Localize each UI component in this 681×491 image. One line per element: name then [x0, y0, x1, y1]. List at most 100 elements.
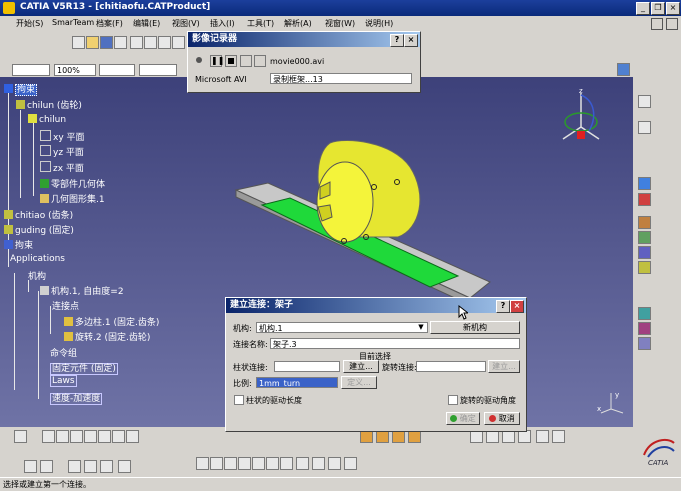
move-icon[interactable] [210, 457, 223, 470]
fly-icon[interactable] [14, 430, 27, 443]
tree-item-partbody[interactable]: 零部件几何体 [40, 177, 105, 190]
table-icon[interactable] [68, 460, 81, 473]
line-type-select[interactable] [99, 64, 135, 76]
compass[interactable]: z [555, 87, 607, 152]
snap-icon[interactable] [638, 121, 651, 134]
joint-name-field[interactable]: 架子.3 [270, 338, 520, 349]
menu-edit[interactable]: 编辑(E) [133, 18, 160, 29]
zoom-icon[interactable] [266, 457, 279, 470]
move-icon[interactable] [224, 457, 237, 470]
stop-icon[interactable] [225, 55, 237, 67]
ratio-field[interactable]: 1mm_turn [256, 377, 338, 388]
sensor-icon[interactable] [638, 322, 651, 335]
line-color-select[interactable] [12, 64, 50, 76]
tree-item-joint-2[interactable]: 旋转.2 (固定.齿轮) [64, 330, 150, 343]
formula-button[interactable]: 定义... [341, 376, 377, 389]
joint-tool-icon[interactable] [638, 231, 651, 244]
view-icon[interactable] [312, 457, 325, 470]
tree-item-joint-1[interactable]: 多边柱.1 (固定.齿条) [64, 315, 159, 328]
tree-item-applications[interactable]: Applications [10, 254, 65, 264]
tree-item-speed[interactable]: 速度-加速度 [50, 391, 103, 405]
tree-item-xy-plane[interactable]: xy 平面 [40, 130, 85, 143]
tree-item-zx-plane[interactable]: zx 平面 [40, 161, 84, 174]
select-arrow-icon[interactable] [638, 95, 651, 108]
print-icon[interactable] [114, 36, 127, 49]
joint-close-button[interactable]: × [510, 300, 524, 313]
tree-item-mechanism-1[interactable]: 机构.1, 自由度=2 [40, 284, 124, 297]
tree-item-mechanisms[interactable]: 机构 [28, 269, 46, 282]
joint-tool-icon[interactable] [638, 261, 651, 274]
copy-icon[interactable] [144, 36, 157, 49]
multi-view-icon[interactable] [112, 430, 125, 443]
tree-item-fixed[interactable]: 固定元件 (固定) [50, 361, 118, 375]
tree-item-constraints[interactable]: 拘束 [4, 238, 33, 251]
ok-button[interactable]: 确定 [446, 412, 480, 425]
pan-icon[interactable] [56, 430, 69, 443]
knowledge-icon[interactable] [40, 460, 53, 473]
menu-view[interactable]: 视图(V) [172, 18, 200, 29]
menu-help[interactable]: 说明(H) [365, 18, 393, 29]
formula-icon[interactable] [24, 460, 37, 473]
normal-view-icon[interactable] [98, 430, 111, 443]
tree-item-joints[interactable]: 连接点 [52, 299, 79, 312]
tree-item-commands[interactable]: 命令组 [50, 346, 77, 359]
view-icon[interactable] [280, 457, 293, 470]
tree-item-laws[interactable]: Laws [50, 375, 77, 387]
open-file-icon[interactable] [86, 36, 99, 49]
mechanism-select[interactable]: 机构.1 [256, 322, 428, 333]
recorder-close-button[interactable]: × [404, 34, 418, 47]
joint-help-button[interactable]: ? [496, 300, 510, 313]
tree-item-chilun-part[interactable]: chilun [28, 114, 66, 125]
rotation-driven-checkbox[interactable] [448, 395, 458, 405]
cylinder-driven-checkbox[interactable] [234, 395, 244, 405]
rotate-icon[interactable] [70, 430, 83, 443]
restore-button[interactable]: ❐ [651, 2, 665, 15]
analysis-icon[interactable] [638, 337, 651, 350]
view-icon[interactable] [344, 457, 357, 470]
rotation-joint-field[interactable] [416, 361, 486, 372]
tree-item-guding[interactable]: guding (固定) [4, 223, 74, 236]
menu-analysis[interactable]: 解析(A) [284, 18, 312, 29]
zoom-in-icon[interactable] [84, 430, 97, 443]
cylinder-joint-field[interactable] [274, 361, 340, 372]
save-icon[interactable] [100, 36, 113, 49]
mass-icon[interactable] [100, 460, 113, 473]
view-icon[interactable] [296, 457, 309, 470]
menu-window[interactable]: 视窗(W) [325, 18, 355, 29]
joint-tool-icon[interactable] [638, 246, 651, 259]
settings-icon[interactable] [240, 55, 252, 67]
render-icon[interactable] [126, 430, 139, 443]
law-icon[interactable] [638, 307, 651, 320]
new-file-icon[interactable] [72, 36, 85, 49]
cancel-button[interactable]: 取消 [484, 412, 520, 425]
cylinder-create-button[interactable]: 建立... [343, 360, 379, 373]
menu-start[interactable]: 开始(S) [16, 18, 43, 29]
cursor-icon[interactable] [617, 63, 630, 76]
tree-item-chilun[interactable]: chilun (齿轮) [16, 98, 82, 111]
minimize-button[interactable]: _ [636, 2, 650, 15]
undo-icon[interactable] [172, 36, 185, 49]
doc-restore-icon[interactable] [651, 18, 663, 30]
zoom-icon[interactable] [252, 457, 265, 470]
move-icon[interactable] [196, 457, 209, 470]
measure-icon[interactable] [118, 460, 131, 473]
zoom-icon[interactable] [238, 457, 251, 470]
constraint-icon[interactable] [552, 430, 565, 443]
new-mechanism-button[interactable]: 新机构 [430, 321, 520, 334]
recorder-help-button[interactable]: ? [390, 34, 404, 47]
constraint-icon[interactable] [536, 430, 549, 443]
menu-file[interactable]: 档案(F) [96, 18, 123, 29]
menu-insert[interactable]: 插入(I) [210, 18, 235, 29]
tree-item-chitiao[interactable]: chitiao (齿条) [4, 208, 73, 221]
tree-root[interactable]: 拘束 [4, 82, 38, 96]
menu-tools[interactable]: 工具(T) [247, 18, 274, 29]
cut-icon[interactable] [130, 36, 143, 49]
zoom-select[interactable]: 100% [54, 64, 96, 76]
rotation-create-button[interactable]: 建立... [488, 360, 520, 373]
globe-icon[interactable] [638, 177, 651, 190]
tree-item-yz-plane[interactable]: yz 平面 [40, 145, 84, 158]
pause-icon[interactable]: ❚❚ [210, 55, 224, 67]
doc-close-icon[interactable] [666, 18, 678, 30]
recorder-codec-field[interactable]: 录制框架...13 [270, 73, 412, 84]
paste-icon[interactable] [158, 36, 171, 49]
